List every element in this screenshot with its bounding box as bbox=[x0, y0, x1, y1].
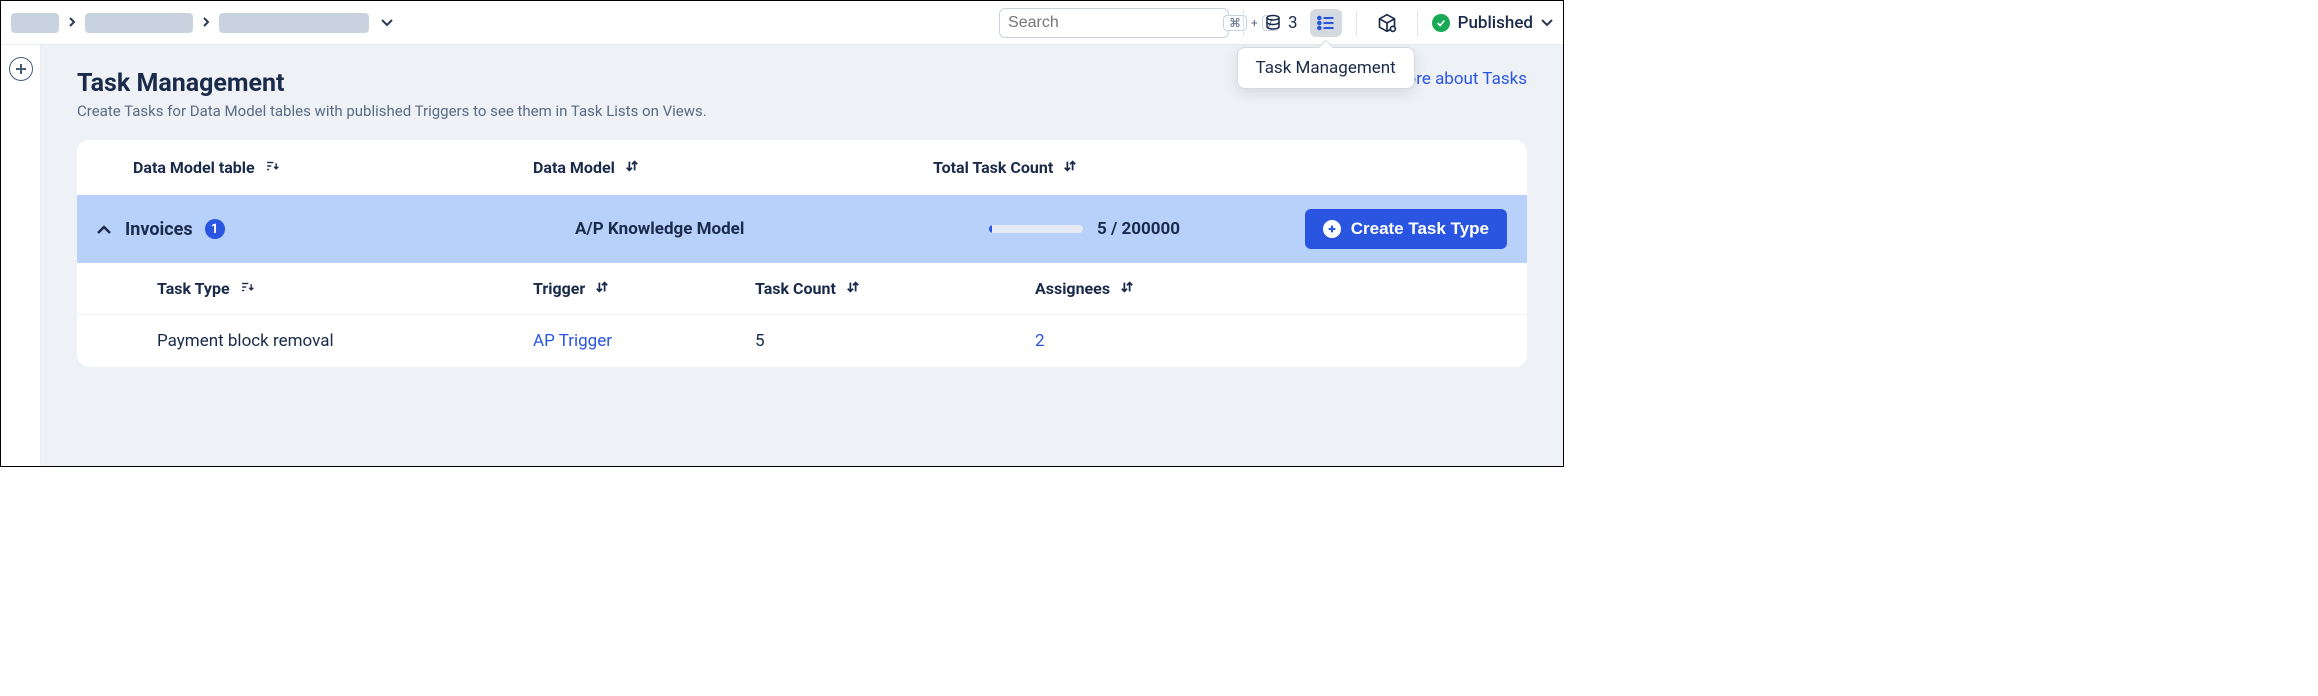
header-assignees[interactable]: Assignees bbox=[1035, 279, 1110, 298]
header-task-count[interactable]: Task Count bbox=[755, 279, 836, 298]
create-task-type-button[interactable]: Create Task Type bbox=[1305, 209, 1507, 249]
topbar: ⌘ + / 3 Task Management Published bbox=[1, 1, 1563, 45]
sort-icon[interactable] bbox=[595, 279, 609, 298]
task-list-icon bbox=[1316, 13, 1336, 33]
chevron-up-icon[interactable] bbox=[97, 220, 111, 239]
header-total-task-count[interactable]: Total Task Count bbox=[933, 158, 1053, 177]
task-panel: Data Model table Data Model Total Task C… bbox=[77, 140, 1527, 367]
sort-icon[interactable] bbox=[265, 158, 279, 177]
page-subtitle: Create Tasks for Data Model tables with … bbox=[77, 102, 707, 120]
plus-icon bbox=[15, 63, 27, 75]
header-data-model[interactable]: Data Model bbox=[533, 158, 615, 177]
task-management-button[interactable] bbox=[1310, 9, 1342, 37]
chevron-right-icon bbox=[65, 15, 79, 31]
sort-icon[interactable] bbox=[1063, 158, 1077, 177]
progress-bar bbox=[989, 225, 1083, 233]
sort-icon[interactable] bbox=[625, 158, 639, 177]
group-data-model: A/P Knowledge Model bbox=[575, 219, 975, 239]
inner-table-header: Task Type Trigger Task Count bbox=[77, 263, 1527, 315]
header-data-model-table[interactable]: Data Model table bbox=[133, 158, 255, 177]
cell-assignees-link[interactable]: 2 bbox=[1035, 331, 1045, 351]
sort-icon[interactable] bbox=[1120, 279, 1134, 298]
package-settings-button[interactable] bbox=[1371, 9, 1403, 37]
header-task-type[interactable]: Task Type bbox=[157, 279, 230, 298]
sort-icon[interactable] bbox=[846, 279, 860, 298]
cell-task-type: Payment block removal bbox=[157, 331, 533, 351]
plus-circle-icon bbox=[1323, 220, 1341, 238]
sidebar bbox=[1, 45, 41, 466]
check-circle-icon bbox=[1432, 14, 1450, 32]
group-name: Invoices bbox=[125, 219, 193, 240]
sort-icon[interactable] bbox=[240, 279, 254, 298]
chevron-down-icon bbox=[1541, 19, 1553, 27]
breadcrumb-item-3[interactable] bbox=[219, 13, 369, 33]
search-input[interactable] bbox=[1008, 14, 1215, 32]
search-input-container[interactable]: ⌘ + / bbox=[999, 8, 1229, 38]
header-trigger[interactable]: Trigger bbox=[533, 279, 585, 298]
cell-task-count: 5 bbox=[755, 331, 1035, 351]
main-content: Task Management Create Tasks for Data Mo… bbox=[41, 45, 1563, 466]
publish-status[interactable]: Published bbox=[1432, 13, 1553, 33]
chevron-down-icon[interactable] bbox=[375, 16, 393, 30]
publish-status-label: Published bbox=[1458, 13, 1533, 33]
database-count[interactable]: 3 bbox=[1258, 9, 1304, 37]
add-button[interactable] bbox=[9, 57, 33, 81]
group-task-count: 5 / 200000 bbox=[1097, 219, 1180, 239]
task-management-tooltip: Task Management bbox=[1236, 47, 1414, 89]
page-title: Task Management bbox=[77, 69, 707, 98]
database-count-value: 3 bbox=[1288, 13, 1298, 33]
breadcrumb-item-1[interactable] bbox=[11, 13, 59, 33]
table-row[interactable]: Payment block removal AP Trigger 5 2 bbox=[77, 315, 1527, 367]
cell-trigger-link[interactable]: AP Trigger bbox=[533, 331, 612, 351]
package-gear-icon bbox=[1377, 13, 1397, 33]
outer-table-header: Data Model table Data Model Total Task C… bbox=[77, 140, 1527, 195]
group-badge: 1 bbox=[205, 219, 225, 239]
breadcrumb-item-2[interactable] bbox=[85, 13, 193, 33]
group-row-invoices[interactable]: Invoices 1 A/P Knowledge Model 5 / 20000… bbox=[77, 195, 1527, 263]
database-icon bbox=[1264, 14, 1282, 32]
chevron-right-icon bbox=[199, 15, 213, 31]
